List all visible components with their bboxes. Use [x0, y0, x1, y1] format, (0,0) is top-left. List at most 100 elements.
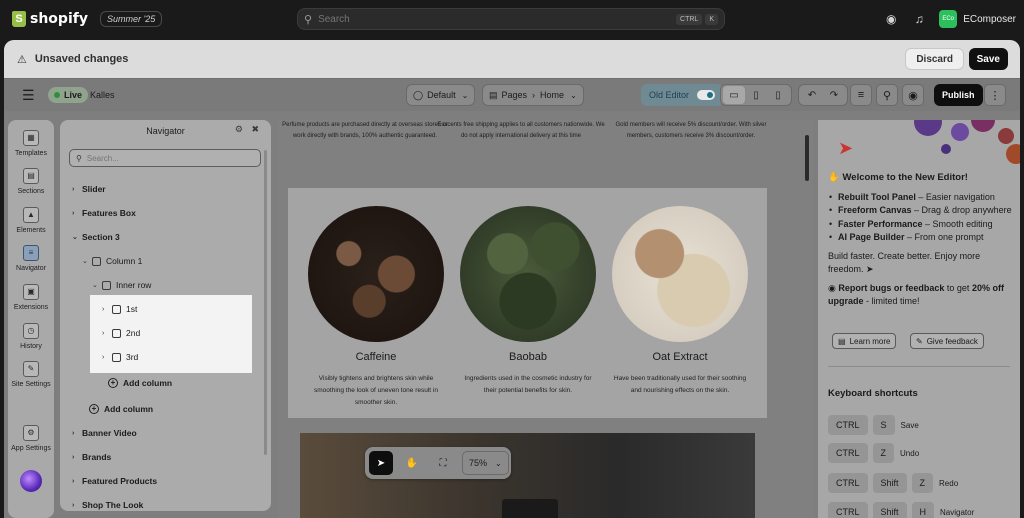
- navigator-list-icon: ≡: [23, 245, 39, 261]
- live-badge: Live: [48, 87, 89, 103]
- rail-item-navigator[interactable]: ≡ Navigator: [8, 245, 54, 272]
- shopify-logo[interactable]: S shopify: [12, 11, 88, 27]
- tree-item-3rd[interactable]: › 3rd: [102, 349, 138, 365]
- tree-item-features-box[interactable]: › Features Box: [72, 205, 136, 221]
- bell-icon[interactable]: ♫: [905, 12, 933, 26]
- navigator-scrollbar[interactable]: [264, 150, 267, 455]
- rail-item-elements[interactable]: ▲ Elements: [8, 207, 54, 234]
- coffee-beans-image: [308, 206, 444, 342]
- pin-icon[interactable]: ⚙: [235, 124, 243, 134]
- elements-cube-icon: ▲: [23, 207, 39, 223]
- features-section[interactable]: Caffeine Visibly tightens and brightens …: [288, 188, 767, 418]
- column-icon: [112, 328, 121, 338]
- chevron-down-icon: ⌄: [92, 282, 98, 289]
- extensions-icon: ▣: [23, 284, 39, 300]
- inspect-icon[interactable]: ⚲: [876, 84, 898, 106]
- canvas-scrollbar[interactable]: [805, 135, 809, 181]
- shortcut-row: CTRL Shift H Navigator: [828, 502, 974, 518]
- page-selector[interactable]: ▤ Pages › Home ⌄: [482, 84, 584, 106]
- chevron-down-icon: ⌄: [570, 90, 577, 100]
- add-column-button[interactable]: + Add column: [89, 401, 153, 417]
- save-button[interactable]: Save: [968, 48, 1008, 70]
- mobile-icon[interactable]: ▯: [767, 86, 789, 104]
- tree-item-slider[interactable]: › Slider: [72, 181, 106, 197]
- shortcut-row: CTRL Shift Z Redo: [828, 473, 958, 493]
- welcome-title: Welcome to the New Editor!: [842, 172, 968, 183]
- welcome-message: ✋ Welcome to the New Editor! Rebuilt Too…: [828, 171, 1016, 309]
- live-label: Live: [64, 90, 83, 100]
- chevron-right-icon: ›: [72, 209, 75, 217]
- edition-badge[interactable]: Summer '25: [99, 11, 163, 27]
- pointer-icon[interactable]: ➤: [369, 451, 393, 475]
- zoom-level: 75%: [469, 458, 488, 468]
- redo-icon[interactable]: ↷: [823, 86, 845, 104]
- chevron-right-icon: ›: [72, 429, 75, 437]
- shortcut-row: CTRL S Save: [828, 415, 919, 435]
- tree-item-2nd[interactable]: › 2nd: [102, 325, 140, 341]
- row-icon: [102, 280, 111, 290]
- navigator-search-input[interactable]: [86, 153, 247, 163]
- chevron-right-icon: ›: [72, 501, 75, 509]
- toggle-switch[interactable]: [697, 90, 716, 100]
- more-options-icon[interactable]: ⋮: [984, 84, 1006, 106]
- sliders-icon[interactable]: ≡: [850, 84, 872, 106]
- feature-desc: Ingredients used in the cosmetic industr…: [464, 375, 592, 394]
- topbar-right: ◉ ♫ ECo EComposer: [877, 0, 1024, 38]
- assistant-avatar[interactable]: [20, 470, 42, 492]
- undo-icon[interactable]: ↶: [801, 86, 823, 104]
- page-label: Home: [540, 90, 565, 100]
- rail-item-templates[interactable]: ▦ Templates: [8, 130, 54, 157]
- collapse-icon[interactable]: ✖: [251, 124, 259, 134]
- rail-item-app-settings[interactable]: ⚙ App Settings: [8, 425, 54, 452]
- hand-icon[interactable]: ✋: [400, 451, 424, 475]
- old-editor-toggle[interactable]: Old Editor: [641, 84, 724, 106]
- tree-item-1st[interactable]: › 1st: [102, 301, 137, 317]
- tree-item-brands[interactable]: › Brands: [72, 449, 111, 465]
- tree-item-inner-row[interactable]: ⌄ Inner row: [92, 277, 151, 293]
- feature-desc: Have been traditionally used for their s…: [613, 375, 747, 394]
- tree-item-column-1[interactable]: ⌄ Column 1: [82, 253, 142, 269]
- preview-eye-icon[interactable]: ◉: [902, 84, 924, 106]
- tree-item-section-3[interactable]: ⌄ Section 3: [72, 229, 120, 245]
- brush-icon: ✎: [23, 361, 39, 377]
- rail-item-sections[interactable]: ▤ Sections: [8, 168, 54, 195]
- desktop-icon[interactable]: ▭: [723, 86, 745, 104]
- column-icon: [112, 304, 121, 314]
- menu-icon[interactable]: ☰: [22, 84, 35, 106]
- device-switcher: ▭ ▯ ▯: [720, 84, 792, 106]
- learn-more-button[interactable]: ▤ Learn more: [832, 333, 897, 349]
- account-avatar: ECo: [939, 10, 958, 28]
- feature-caffeine[interactable]: Caffeine Visibly tightens and brightens …: [308, 206, 444, 409]
- plus-icon: +: [89, 404, 99, 414]
- publish-button[interactable]: Publish: [934, 84, 983, 106]
- navigator-search[interactable]: ⚲: [69, 149, 261, 167]
- tree-item-shop-the-look[interactable]: › Shop The Look: [72, 497, 143, 511]
- editor-canvas[interactable]: Perfume products are purchased directly …: [278, 120, 813, 518]
- chevron-right-icon: ›: [72, 477, 75, 485]
- theme-label: Default: [427, 90, 456, 100]
- tree-item-banner-video[interactable]: › Banner Video: [72, 425, 137, 441]
- rail-item-site-settings[interactable]: ✎ Site Settings: [8, 361, 54, 388]
- zoom-dropdown[interactable]: 75% ⌄: [462, 451, 509, 475]
- sections-icon: ▤: [23, 168, 39, 184]
- tree-item-featured-products[interactable]: › Featured Products: [72, 473, 157, 489]
- theme-dropdown[interactable]: ◯ Default ⌄: [406, 84, 476, 106]
- gear-icon: ⚙: [23, 425, 39, 441]
- give-feedback-button[interactable]: ✎ Give feedback: [910, 333, 984, 349]
- add-column-inner-button[interactable]: + Add column: [108, 375, 172, 391]
- chevron-down-icon: ⌄: [72, 234, 78, 241]
- divider: [828, 366, 1010, 367]
- rail-item-history[interactable]: ◷ History: [8, 323, 54, 350]
- sidekick-icon[interactable]: ◉: [877, 12, 905, 26]
- feature-oat-extract[interactable]: Oat Extract Have been traditionally used…: [612, 206, 748, 397]
- fit-screen-icon[interactable]: ⛶: [431, 451, 455, 475]
- plus-icon: +: [108, 378, 118, 388]
- global-search-bar[interactable]: ⚲ CTRL K: [297, 8, 725, 30]
- tablet-icon[interactable]: ▯: [745, 86, 767, 104]
- feature-baobab[interactable]: Baobab Ingredients used in the cosmetic …: [460, 206, 596, 397]
- store-name: Kalles: [90, 90, 115, 100]
- rail-item-extensions[interactable]: ▣ Extensions: [8, 284, 54, 311]
- discard-button[interactable]: Discard: [905, 48, 964, 70]
- account-menu[interactable]: ECo EComposer: [939, 10, 1016, 28]
- global-search-input[interactable]: [318, 13, 674, 25]
